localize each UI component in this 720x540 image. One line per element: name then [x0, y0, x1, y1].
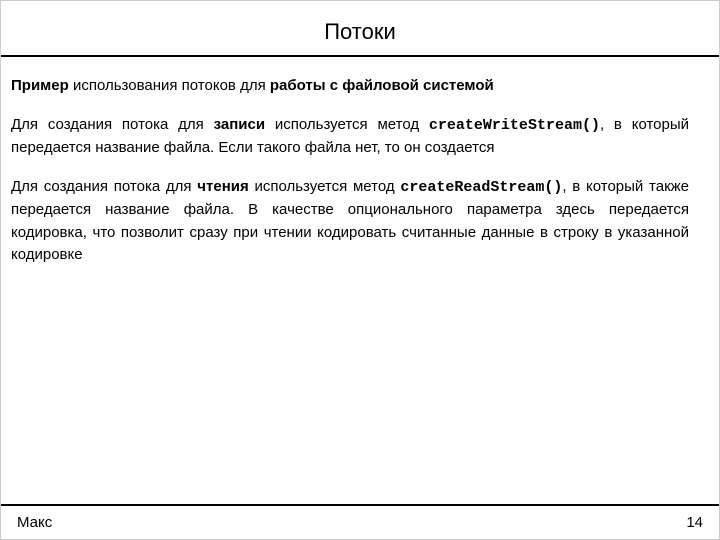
p1-part2: использования потоков для: [69, 77, 270, 94]
footer-author: Макс: [17, 514, 52, 531]
p2-part1: Для создания потока для: [11, 116, 214, 133]
p3-part1: Для создания потока для: [11, 178, 197, 195]
p3-part2: чтения: [197, 178, 248, 195]
footer-page-number: 14: [686, 514, 703, 531]
slide-container: Потоки Пример использования потоков для …: [0, 0, 720, 540]
p2-part2: записи: [214, 116, 265, 133]
p1-part1: Пример: [11, 77, 69, 94]
p2-part4: createWriteStream(): [429, 117, 600, 134]
paragraph-1: Пример использования потоков для работы …: [11, 75, 689, 98]
slide-title-area: Потоки: [1, 1, 719, 57]
p3-part4: createReadStream(): [400, 179, 562, 196]
p1-part3: работы с файловой системой: [270, 77, 494, 94]
p3-part3: используется метод: [249, 178, 401, 195]
slide-content: Пример использования потоков для работы …: [1, 57, 719, 504]
slide-title: Потоки: [21, 19, 699, 45]
paragraph-2: Для создания потока для записи используе…: [11, 114, 689, 160]
slide-footer: Макс 14: [1, 504, 719, 539]
paragraph-3: Для создания потока для чтения используе…: [11, 176, 689, 267]
p2-part3: используется метод: [265, 116, 429, 133]
